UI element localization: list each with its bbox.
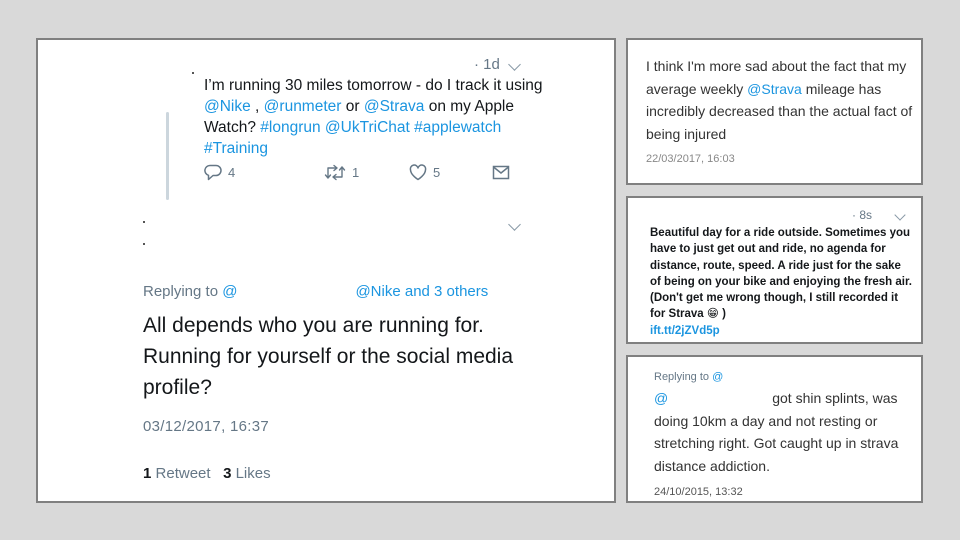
redacted-avatar bbox=[192, 72, 194, 74]
mention-uktrichat[interactable]: @UkTriChat bbox=[325, 119, 410, 136]
main-tweet-panel: · 1d I’m running 30 miles tomorrow - do … bbox=[36, 38, 616, 503]
quoted-text-part: or bbox=[341, 98, 364, 115]
tweet-text-part: ) bbox=[718, 308, 726, 321]
tweet-panel-shin-splints: Replying to @ @ got shin splints, was doi… bbox=[626, 355, 923, 503]
retweets-count: 1 bbox=[143, 465, 152, 482]
retweet-icon bbox=[324, 164, 346, 181]
replying-to-line: Replying to @ bbox=[654, 371, 723, 383]
tweet-text-part: Beautiful day for a ride outside. Someti… bbox=[650, 227, 912, 321]
retweet-action[interactable]: 1 bbox=[324, 164, 359, 181]
reply-tweet-text: All depends who you are running for. Run… bbox=[143, 314, 514, 399]
chevron-down-icon[interactable] bbox=[894, 209, 906, 221]
tweet-panel-ride: · 8s Beautiful day for a ride outside. S… bbox=[626, 196, 923, 344]
replying-to-label: Replying to bbox=[654, 371, 713, 383]
retweet-count: 1 bbox=[352, 165, 360, 180]
replying-to-others[interactable]: @Nike and 3 others bbox=[355, 283, 488, 300]
like-count: 5 bbox=[433, 165, 441, 180]
reply-mention[interactable]: @ bbox=[654, 390, 668, 406]
message-icon bbox=[492, 164, 510, 181]
quoted-tweet-time[interactable]: · 1d bbox=[474, 56, 500, 73]
tweet-link[interactable]: ift.tt/2jZVd5p bbox=[650, 325, 720, 337]
reply-timestamp[interactable]: 03/12/2017, 16:37 bbox=[143, 418, 269, 435]
mention-runmeter[interactable]: @runmeter bbox=[264, 98, 342, 115]
tweet-text-part: got shin splints, was doing 10km a day a… bbox=[654, 390, 899, 474]
replying-to-handle[interactable]: @ bbox=[222, 283, 237, 300]
quoted-text-part: , bbox=[250, 98, 264, 115]
replying-to-line: Replying to @ @Nike and 3 others bbox=[143, 283, 488, 300]
mention-strava[interactable]: @Strava bbox=[364, 98, 425, 115]
tweet-text: @ got shin splints, was doing 10km a day … bbox=[654, 387, 909, 477]
chevron-down-icon[interactable] bbox=[508, 58, 521, 71]
retweets-stat[interactable]: 1 Retweet bbox=[143, 465, 211, 482]
reply-count: 4 bbox=[228, 165, 236, 180]
tweet-panel-injured: I think I'm more sad about the fact that… bbox=[626, 38, 923, 185]
replying-to-label: Replying to bbox=[143, 283, 223, 300]
redacted-avatar bbox=[143, 221, 145, 223]
thread-line bbox=[166, 112, 169, 200]
mention-strava[interactable]: @Strava bbox=[747, 81, 802, 97]
likes-stat[interactable]: 3 Likes bbox=[223, 465, 271, 482]
likes-count: 3 bbox=[223, 465, 232, 482]
engagement-stats: 1 Retweet 3 Likes bbox=[143, 465, 271, 482]
tweet-timestamp[interactable]: 24/10/2015, 13:32 bbox=[654, 486, 743, 498]
tweet-text: I think I'm more sad about the fact that… bbox=[646, 55, 916, 145]
mention-nike[interactable]: @Nike bbox=[204, 98, 251, 115]
redacted-name bbox=[143, 243, 145, 245]
reply-action[interactable]: 4 bbox=[204, 164, 235, 181]
replying-to-handle[interactable]: @ bbox=[712, 371, 723, 383]
tweet-text: Beautiful day for a ride outside. Someti… bbox=[650, 225, 912, 339]
quoted-tweet-text: I’m running 30 miles tomorrow - do I tra… bbox=[204, 75, 544, 159]
hashtag-applewatch[interactable]: #applewatch bbox=[414, 119, 501, 136]
quoted-text-part: I’m running 30 miles tomorrow - do I tra… bbox=[204, 77, 543, 94]
reply-icon bbox=[204, 164, 222, 181]
likes-label: Likes bbox=[235, 465, 271, 482]
like-action[interactable]: 5 bbox=[409, 164, 440, 181]
message-action[interactable] bbox=[492, 164, 510, 181]
like-icon bbox=[409, 164, 427, 181]
retweets-label: Retweet bbox=[155, 465, 211, 482]
grin-emoji: 😁 bbox=[706, 308, 719, 321]
hashtag-training[interactable]: #Training bbox=[204, 140, 268, 157]
tweet-timestamp[interactable]: 22/03/2017, 16:03 bbox=[646, 153, 735, 165]
hashtag-longrun[interactable]: #longrun bbox=[260, 119, 320, 136]
chevron-down-icon[interactable] bbox=[508, 218, 521, 231]
tweet-time[interactable]: · 8s bbox=[852, 208, 872, 222]
